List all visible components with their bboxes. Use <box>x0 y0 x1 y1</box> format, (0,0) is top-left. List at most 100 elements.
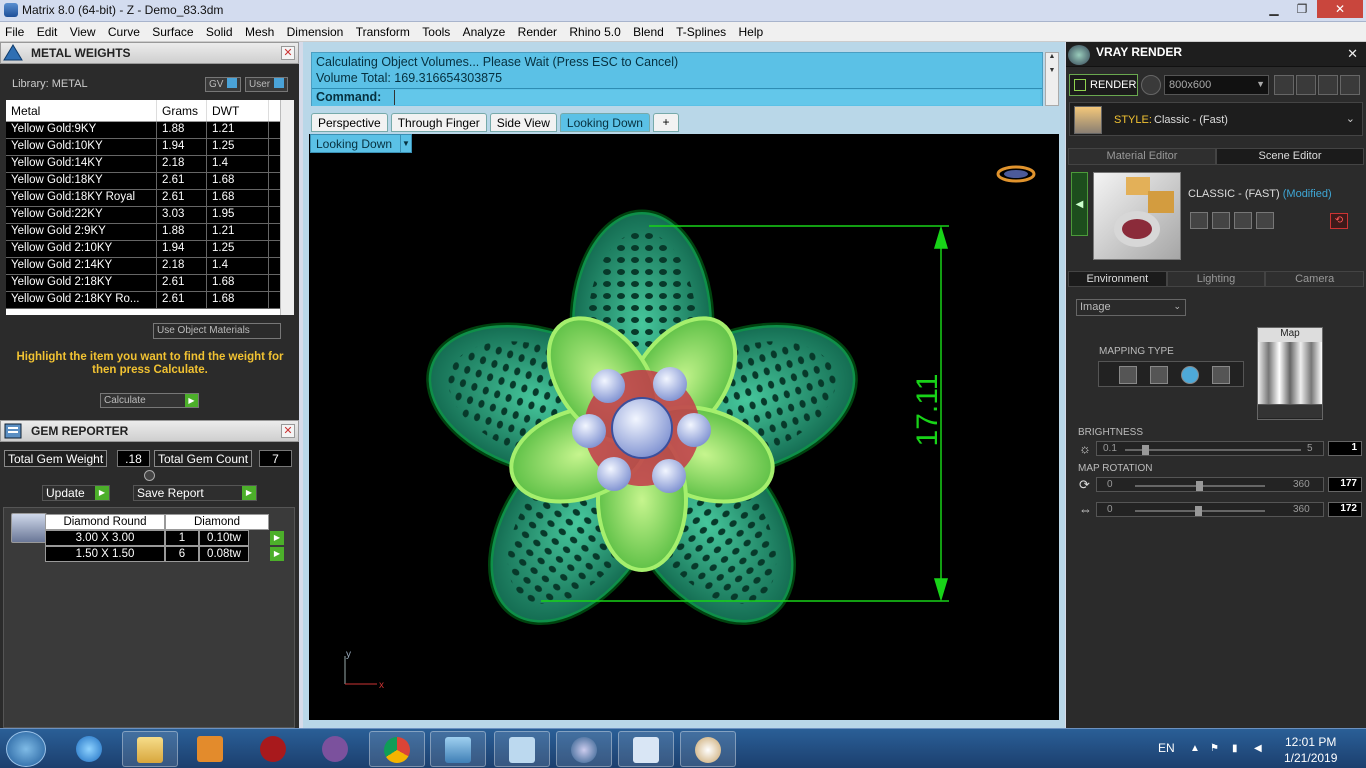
render-button[interactable]: RENDER <box>1069 74 1138 96</box>
brightness-value[interactable]: 1 <box>1328 441 1362 456</box>
table-row[interactable]: Yellow Gold:14KY 2.18 1.4 <box>6 156 294 173</box>
start-button[interactable] <box>6 731 46 767</box>
matrix-app-icon[interactable] <box>556 731 612 767</box>
close-icon[interactable]: ✕ <box>1347 46 1358 62</box>
minimize-button[interactable]: ▁ <box>1260 0 1288 18</box>
viewport[interactable]: 17.11 y x <box>309 134 1059 720</box>
tab-environment[interactable]: Environment <box>1068 271 1167 287</box>
close-icon[interactable]: ✕ <box>281 424 295 438</box>
table-row[interactable]: Yellow Gold:18KY 2.61 1.68 <box>6 173 294 190</box>
slider-handle[interactable] <box>1196 481 1203 491</box>
map-preview[interactable]: Map <box>1257 327 1323 420</box>
menu-curve[interactable]: Curve <box>103 22 144 39</box>
close-icon[interactable]: ✕ <box>281 46 295 60</box>
export-icon[interactable] <box>1234 212 1252 229</box>
table-row[interactable]: Yellow Gold:18KY Royal 2.61 1.68 <box>6 190 294 207</box>
menu-mesh[interactable]: Mesh <box>240 22 278 39</box>
gv-icon[interactable] <box>1340 75 1360 95</box>
photo-viewer-icon[interactable] <box>430 731 486 767</box>
flag-icon[interactable]: ⚑ <box>1210 743 1219 754</box>
rotation-value-1[interactable]: 177 <box>1328 477 1362 492</box>
save-report-button[interactable]: Save Report ▶ <box>133 485 257 501</box>
planar-mapping-icon[interactable] <box>1119 366 1137 384</box>
user-toggle[interactable]: User <box>245 77 289 92</box>
globe-icon[interactable] <box>1141 75 1161 95</box>
brightness-slider[interactable]: ☼ 0.1 5 1 <box>1076 441 1362 457</box>
menu-analyze[interactable]: Analyze <box>458 22 510 39</box>
menu-surface[interactable]: Surface <box>147 22 197 39</box>
ie-icon[interactable] <box>62 731 118 767</box>
network-icon[interactable]: ▮ <box>1232 743 1238 754</box>
slider-handle[interactable] <box>1141 445 1149 455</box>
import-icon[interactable] <box>1256 212 1274 229</box>
clock[interactable]: 12:01 PM 1/21/2019 <box>1284 734 1337 766</box>
list-icon[interactable] <box>1318 75 1338 95</box>
menu-tools[interactable]: Tools <box>417 22 454 39</box>
collapse-arrow-icon[interactable]: ◀ <box>1071 172 1088 236</box>
play-icon[interactable]: ▶ <box>270 531 284 545</box>
dome-mapping-icon[interactable] <box>1212 366 1230 384</box>
slider-handle[interactable] <box>1195 506 1202 516</box>
menu-file[interactable]: File <box>0 22 28 39</box>
table-row[interactable]: Yellow Gold 2:18KY 2.61 1.68 <box>6 275 294 292</box>
use-object-materials-button[interactable]: Use Object Materials <box>153 323 281 339</box>
maximize-button[interactable]: ❐ <box>1288 0 1316 18</box>
update-button[interactable]: Update ▶ <box>42 485 110 501</box>
garena-icon[interactable] <box>246 731 302 767</box>
spherical-mapping-icon[interactable] <box>1181 366 1199 384</box>
save-icon[interactable] <box>1190 212 1208 229</box>
explorer-icon[interactable] <box>122 731 178 767</box>
menu-edit[interactable]: Edit <box>32 22 62 39</box>
rotation-slider-2[interactable]: ⇔ 0 360 172 <box>1076 502 1362 518</box>
gem-row[interactable]: 1.50 X 1.50 6 0.08tw <box>45 546 269 562</box>
column-dwt[interactable]: DWT <box>207 100 269 121</box>
menu-view[interactable]: View <box>65 22 100 39</box>
tab-side-view[interactable]: Side View <box>489 113 557 132</box>
gem-row[interactable]: 3.00 X 3.00 1 0.10tw <box>45 530 269 546</box>
menu-tsplines[interactable]: T-Splines <box>671 22 730 39</box>
settings-icon[interactable] <box>1296 75 1316 95</box>
resolution-select[interactable]: 800x600 ▼ <box>1164 75 1269 95</box>
menu-solid[interactable]: Solid <box>201 22 237 39</box>
table-row[interactable]: Yellow Gold:9KY 1.88 1.21 <box>6 122 294 139</box>
language-indicator[interactable]: EN <box>1158 741 1175 755</box>
tab-through-finger[interactable]: Through Finger <box>390 113 487 132</box>
play-icon[interactable]: ▶ <box>185 394 198 407</box>
table-row[interactable]: Yellow Gold 2:18KY Ro... 2.61 1.68 <box>6 292 294 309</box>
add-tab-icon[interactable]: + <box>652 113 679 132</box>
column-grams[interactable]: Grams <box>157 100 207 121</box>
menu-blend[interactable]: Blend <box>628 22 668 39</box>
media-player-icon[interactable] <box>183 731 239 767</box>
notes-icon[interactable] <box>494 731 550 767</box>
splitter-handle[interactable] <box>144 470 155 481</box>
command-input[interactable] <box>394 90 1040 105</box>
metal-table-scrollbar[interactable] <box>280 100 294 315</box>
table-row[interactable]: Yellow Gold 2:9KY 1.88 1.21 <box>6 224 294 241</box>
menu-render[interactable]: Render <box>513 22 561 39</box>
tab-scene-editor[interactable]: Scene Editor <box>1216 148 1364 165</box>
reset-icon[interactable]: ⟲ <box>1330 213 1348 229</box>
box-mapping-icon[interactable] <box>1150 366 1168 384</box>
rotation-slider-1[interactable]: ⟳ 0 360 177 <box>1076 477 1362 493</box>
tab-material-editor[interactable]: Material Editor <box>1068 148 1216 165</box>
viber-icon[interactable] <box>308 731 364 767</box>
calculate-select[interactable]: Calculate ▶ <box>100 393 199 408</box>
close-window-button[interactable]: ✕ <box>1317 0 1363 18</box>
table-row[interactable]: Yellow Gold:22KY 3.03 1.95 <box>6 207 294 224</box>
show-hidden-icons-icon[interactable]: ▲ <box>1190 743 1200 754</box>
rewind-icon[interactable] <box>1274 75 1294 95</box>
menu-help[interactable]: Help <box>734 22 768 39</box>
tab-camera[interactable]: Camera <box>1265 271 1365 287</box>
gv-toggle[interactable]: GV <box>205 77 242 92</box>
table-row[interactable]: Yellow Gold:10KY 1.94 1.25 <box>6 139 294 156</box>
play-icon[interactable]: ▶ <box>270 547 284 561</box>
view-selector[interactable]: Looking Down ▼ <box>310 134 412 153</box>
command-scrollbar[interactable]: ▲ ▼ <box>1045 52 1059 106</box>
save-as-icon[interactable] <box>1212 212 1230 229</box>
paint-icon[interactable] <box>680 731 736 767</box>
environment-source-select[interactable]: Image ⌄ <box>1076 299 1186 316</box>
menu-transform[interactable]: Transform <box>351 22 414 39</box>
volume-icon[interactable]: ◀ <box>1254 743 1262 754</box>
tab-lighting[interactable]: Lighting <box>1166 271 1266 287</box>
column-metal[interactable]: Metal <box>6 100 157 121</box>
